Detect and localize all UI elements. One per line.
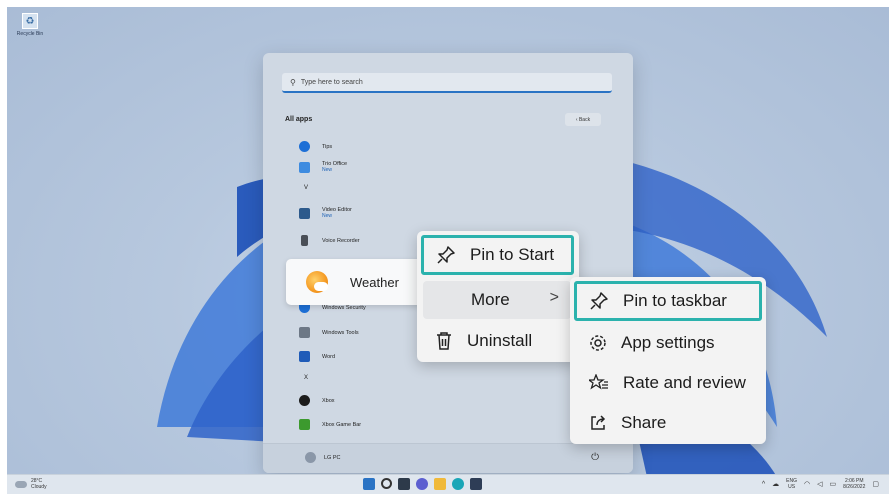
more-item[interactable]: More >	[423, 281, 571, 319]
language-region: US	[788, 484, 796, 490]
app-name: Windows Tools	[322, 329, 359, 336]
start-button-icon[interactable]	[363, 478, 375, 490]
share-icon	[591, 415, 606, 430]
app-new-badge: New	[322, 167, 333, 173]
context-menu: Pin to Start More > Uninstall	[417, 231, 579, 362]
chat-icon[interactable]	[416, 478, 428, 490]
search-box[interactable]: ⚲ Type here to search	[282, 73, 612, 93]
search-placeholder: Type here to search	[300, 78, 363, 86]
back-label: Back	[578, 116, 591, 123]
uninstall-label: Uninstall	[467, 331, 533, 350]
app-name: Word	[322, 353, 336, 360]
task-view-icon[interactable]	[398, 478, 410, 490]
notification-icon[interactable]: ▢	[872, 480, 879, 488]
pin-to-start-label: Pin to Start	[470, 245, 555, 264]
trash-icon	[437, 332, 451, 350]
trio-office-icon	[299, 161, 310, 173]
tips-icon	[299, 141, 310, 152]
weather-label: Weather	[350, 274, 399, 290]
pin-icon	[590, 292, 608, 310]
app-windows-tools[interactable]: Windows Tools	[299, 327, 359, 338]
user-account[interactable]: LG PC	[305, 452, 341, 463]
letter-header-x[interactable]: X	[304, 375, 308, 381]
app-trio-office[interactable]: Trio Office New	[299, 161, 347, 173]
cloud-icon	[15, 480, 27, 488]
word-icon	[299, 351, 310, 362]
start-footer: LG PC ⏻	[263, 443, 633, 473]
app-voice-recorder[interactable]: Voice Recorder	[299, 235, 360, 246]
cloud-sync-icon[interactable]: ☁	[772, 480, 779, 488]
xbox-icon	[299, 395, 310, 406]
edge-icon[interactable]	[452, 478, 464, 490]
rate-and-review-item[interactable]: Rate and review	[574, 365, 746, 401]
desktop: ♻ Recycle Bin ⚲ Type here to search All …	[7, 7, 889, 494]
app-word[interactable]: Word	[299, 351, 335, 362]
user-avatar-icon	[305, 452, 316, 463]
language-indicator[interactable]: ENG US	[786, 478, 797, 490]
rate-and-review-label: Rate and review	[623, 373, 746, 392]
app-video-editor[interactable]: Video Editor New	[299, 207, 352, 219]
letter-header-v[interactable]: V	[304, 185, 308, 191]
weather-icon	[306, 271, 328, 293]
file-explorer-icon[interactable]	[434, 478, 446, 490]
all-apps-title: All apps	[285, 116, 313, 123]
app-xbox-game-bar[interactable]: Xbox Game Bar	[299, 419, 361, 430]
system-tray: ^ ☁ ENG US ◠ ◁ ▭ 2:06 PM 8/26/2022 ▢	[762, 478, 879, 490]
app-name: Windows Security	[322, 304, 366, 311]
app-name: Video Editor New	[322, 207, 352, 219]
pin-to-taskbar-label: Pin to taskbar	[623, 291, 727, 310]
back-button[interactable]: ‹ Back	[565, 113, 601, 126]
search-icon: ⚲	[290, 77, 296, 87]
microphone-icon	[301, 235, 308, 246]
star-review-icon	[589, 374, 608, 390]
taskbar-weather-widget[interactable]: 28°C Cloudy	[15, 478, 47, 490]
video-editor-icon	[299, 207, 310, 219]
taskbar-apps	[363, 478, 482, 490]
weather-text: 28°C Cloudy	[31, 478, 47, 490]
date: 8/26/2022	[843, 484, 866, 490]
taskbar: 28°C Cloudy ^ ☁ ENG US ◠ ◁ ▭ 2:06 PM 8/2…	[7, 474, 889, 494]
xbox-game-bar-icon	[299, 419, 310, 430]
pin-to-taskbar-item[interactable]: Pin to taskbar	[574, 281, 762, 321]
app-name: Tips	[322, 143, 333, 150]
more-label: More	[471, 290, 510, 309]
app-settings-item[interactable]: App settings	[574, 325, 715, 361]
tools-icon	[299, 327, 310, 338]
chevron-right-icon: >	[549, 289, 559, 306]
condition: Cloudy	[31, 484, 47, 490]
search-icon[interactable]	[381, 478, 392, 489]
app-settings-label: App settings	[621, 333, 715, 352]
store-icon[interactable]	[470, 478, 482, 490]
wifi-icon[interactable]: ◠	[804, 480, 810, 488]
battery-icon[interactable]: ▭	[830, 480, 837, 488]
pin-to-start-item[interactable]: Pin to Start	[421, 235, 574, 275]
app-name: Trio Office New	[322, 161, 348, 173]
app-name: Xbox Game Bar	[322, 421, 362, 428]
weather-app-item[interactable]: Weather	[286, 259, 424, 305]
app-name: Voice Recorder	[322, 237, 360, 244]
app-xbox[interactable]: Xbox	[299, 395, 335, 406]
app-tips[interactable]: Tips	[299, 141, 332, 152]
gear-icon	[590, 335, 606, 351]
app-new-badge: New	[322, 213, 333, 219]
share-label: Share	[621, 413, 667, 432]
more-submenu: Pin to taskbar App settings Rate and rev…	[570, 277, 766, 444]
uninstall-item[interactable]: Uninstall	[421, 323, 574, 359]
app-name: Xbox	[322, 397, 335, 404]
power-icon[interactable]: ⏻	[591, 452, 599, 463]
volume-icon[interactable]: ◁	[817, 480, 822, 488]
clock[interactable]: 2:06 PM 8/26/2022	[843, 478, 865, 490]
pin-icon	[437, 246, 455, 264]
share-item[interactable]: Share	[574, 405, 666, 441]
user-name: LG PC	[324, 454, 341, 461]
chevron-up-icon[interactable]: ^	[762, 481, 765, 488]
